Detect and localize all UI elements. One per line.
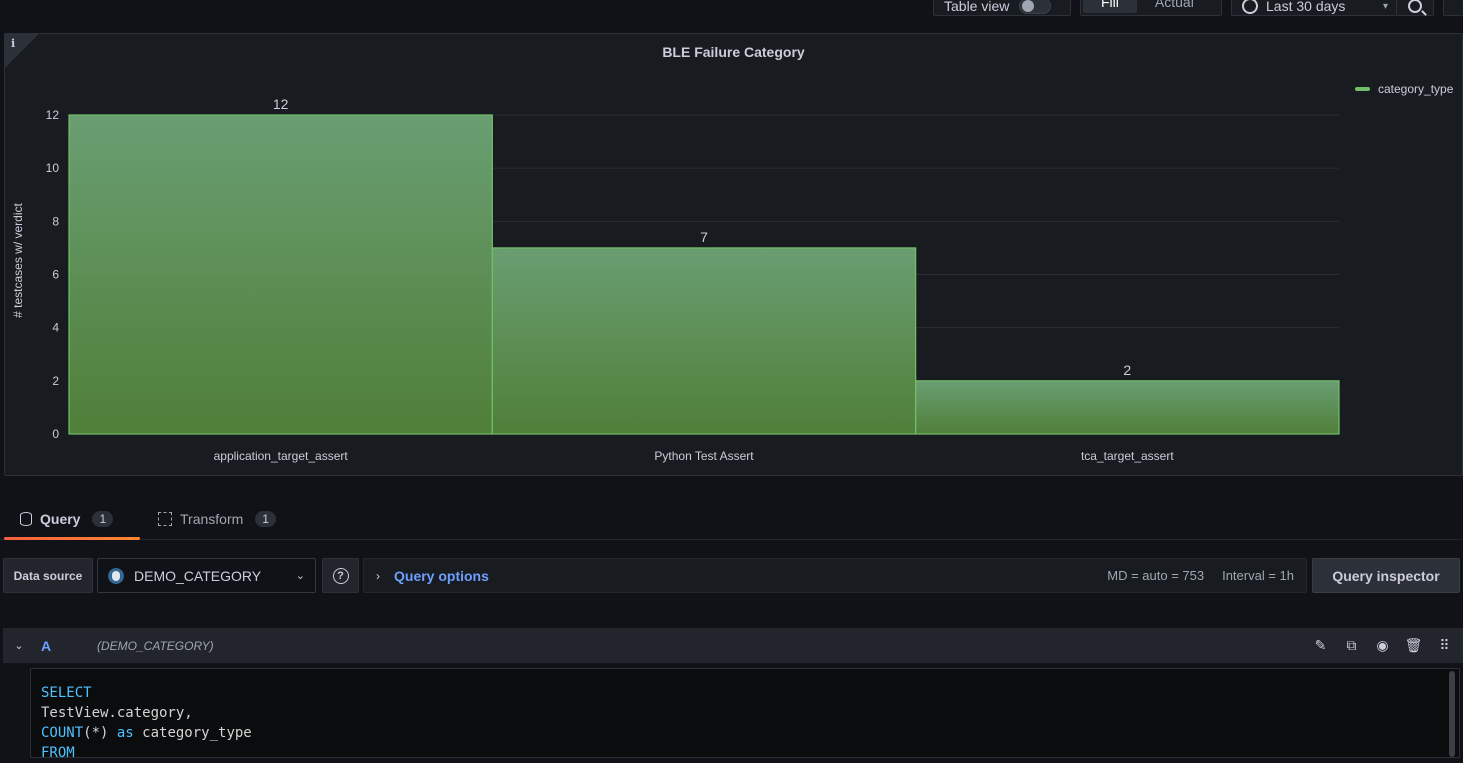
table-view-toggle-group[interactable]: Table view — [933, 0, 1071, 16]
zoom-out-button[interactable] — [1396, 0, 1434, 16]
interval: Interval = 1h — [1222, 568, 1294, 583]
actual-button[interactable]: Actual — [1137, 0, 1212, 13]
bar-chart: 0 2 4 6 8 10 12 # testcases w/ verdict 12 applica… — [11, 96, 1340, 463]
transform-icon — [158, 512, 172, 526]
query-options-row: Data source DEMO_CATEGORY ⌄ ? › Query op… — [0, 540, 1463, 610]
y-tick-label: 0 — [52, 427, 59, 441]
code-line: TestView.category, — [41, 703, 1449, 723]
duplicate-icon[interactable]: ⧉ — [1343, 637, 1360, 654]
query-datasource-name: (DEMO_CATEGORY) — [97, 638, 214, 653]
bar — [915, 380, 1340, 435]
table-view-toggle[interactable] — [1019, 0, 1052, 14]
code-token: category_type — [133, 725, 252, 741]
datasource-select[interactable]: DEMO_CATEGORY ⌄ — [97, 558, 316, 593]
y-axis-label: # testcases w/ verdict — [11, 202, 25, 317]
clock-icon — [1242, 0, 1258, 14]
code-token: SELECT — [41, 685, 92, 701]
time-range-label: Last 30 days — [1266, 0, 1346, 14]
chevron-right-icon: › — [376, 568, 380, 583]
x-tick-label: application_target_assert — [214, 449, 349, 463]
tab-query[interactable]: Query 1 — [4, 500, 140, 540]
code-line: COUNT(*) as category_type — [41, 723, 1449, 743]
x-tick-label: tca_target_assert — [1081, 449, 1174, 463]
legend-swatch — [1355, 87, 1370, 91]
table-view-label: Table view — [944, 0, 1010, 14]
drag-handle-icon[interactable]: ⠿ — [1436, 637, 1453, 654]
query-header: ⌄ A (DEMO_CATEGORY) ✎ ⧉ ◉ 🗑 ⠿ — [3, 628, 1463, 663]
fill-button[interactable]: Fill — [1083, 0, 1137, 13]
bar — [68, 114, 493, 435]
code-token: FROM — [41, 745, 75, 761]
x-tick-label: Python Test Assert — [654, 449, 754, 463]
help-icon: ? — [332, 567, 349, 584]
y-tick-label: 4 — [52, 321, 59, 335]
sql-editor[interactable]: SELECT TestView.category, COUNT(*) as cate… — [30, 668, 1460, 761]
code-token: (*) — [83, 725, 117, 741]
editor-scrollbar[interactable] — [1449, 671, 1455, 757]
code-token: COUNT — [41, 725, 84, 741]
datasource-help-button[interactable]: ? — [322, 558, 359, 593]
eye-icon[interactable]: ◉ — [1374, 637, 1391, 654]
code-token: TestView.category, — [41, 705, 193, 721]
legend-label: category_type — [1378, 82, 1454, 96]
max-data-points: MD = auto = 753 — [1107, 568, 1205, 583]
database-icon — [20, 512, 32, 526]
datasource-value: DEMO_CATEGORY — [134, 567, 262, 584]
dashboard-toolbar: Table view Fill Actual Last 30 days ▾ — [0, 0, 1463, 34]
bar-value-label: 2 — [1123, 362, 1131, 378]
chevron-down-icon: ▾ — [1382, 0, 1388, 12]
code-line: FROM — [41, 743, 1449, 763]
tab-query-count: 1 — [92, 511, 114, 527]
y-tick-label: 12 — [46, 108, 60, 122]
panel-preview: i BLE Failure Category 0 2 4 6 8 10 12 # testca… — [4, 33, 1463, 476]
refresh-button[interactable] — [1443, 0, 1463, 16]
tab-transform-label: Transform — [180, 511, 244, 527]
zoom-icon — [1408, 0, 1422, 13]
y-tick-label: 8 — [52, 214, 59, 228]
time-range-picker[interactable]: Last 30 days ▾ — [1231, 0, 1397, 16]
fill-actual-switch: Fill Actual — [1080, 0, 1222, 16]
y-tick-label: 10 — [46, 161, 60, 175]
editor-tabs: Query 1 Transform 1 — [0, 500, 1463, 540]
query-ref-id[interactable]: A — [41, 638, 97, 654]
edit-icon[interactable]: ✎ — [1312, 637, 1329, 654]
y-tick-label: 2 — [52, 374, 59, 388]
bar-value-label: 7 — [700, 229, 708, 245]
bar — [491, 247, 917, 435]
query-inspector-button[interactable]: Query inspector — [1312, 558, 1460, 593]
query-options-label: Query options — [394, 567, 489, 584]
chevron-down-icon: ⌄ — [295, 570, 305, 582]
tab-transform-count: 1 — [255, 511, 276, 527]
tab-query-label: Query — [40, 511, 81, 527]
y-tick-label: 6 — [52, 268, 59, 282]
legend[interactable]: category_type — [1355, 82, 1453, 96]
datasource-label: Data source — [3, 558, 93, 593]
tab-transform[interactable]: Transform 1 — [142, 500, 292, 538]
code-token: as — [116, 725, 134, 741]
postgres-icon — [108, 567, 124, 584]
bar-value-label: 12 — [273, 96, 289, 112]
code-line: SELECT — [41, 683, 1449, 703]
trash-icon[interactable]: 🗑 — [1405, 637, 1423, 654]
collapse-chevron-icon[interactable]: ⌄ — [3, 639, 35, 652]
query-options-toggle[interactable]: › Query options MD = auto = 753 Interval… — [363, 558, 1307, 593]
